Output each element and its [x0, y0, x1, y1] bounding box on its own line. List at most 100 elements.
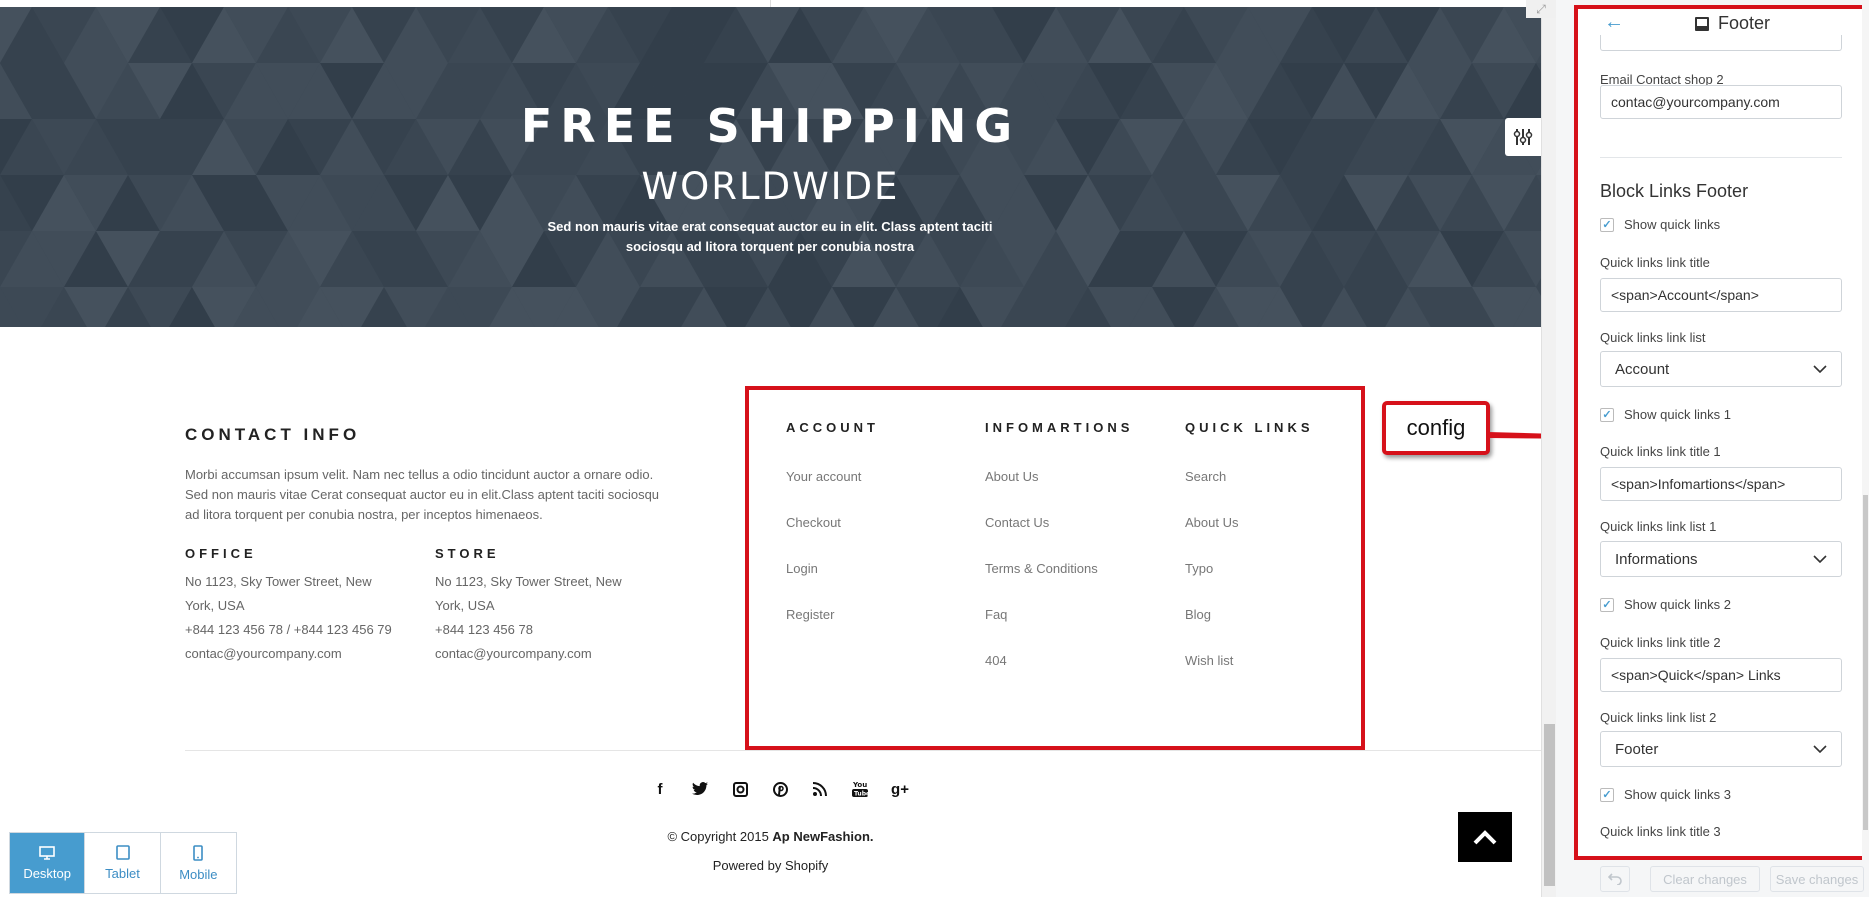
show-quick-links-3-checkbox[interactable]: ✓ Show quick links 3 [1600, 787, 1731, 802]
copyright-prefix: © Copyright 2015 [667, 829, 773, 844]
clear-changes-button[interactable]: Clear changes [1650, 866, 1760, 892]
quick-links-list-1-select[interactable]: Informations [1600, 541, 1842, 577]
rss-icon[interactable] [800, 778, 840, 800]
device-label: Mobile [179, 866, 218, 882]
section-divider [1600, 157, 1842, 158]
free-shipping-banner: FREE SHIPPING WORLDWIDE Sed non mauris v… [0, 7, 1541, 327]
device-tablet-button[interactable]: Tablet [85, 833, 161, 893]
email-contact-input[interactable]: contac@yourcompany.com [1600, 85, 1842, 119]
facebook-icon[interactable]: f [640, 778, 680, 800]
footer-link[interactable]: Contact Us [985, 515, 1049, 530]
copyright-brand: Ap NewFashion. [772, 829, 874, 844]
config-callout: config [1382, 401, 1490, 455]
show-quick-links-checkbox[interactable]: ✓ Show quick links [1600, 217, 1720, 232]
quick-links-title-2-label: Quick links link title 2 [1600, 635, 1721, 650]
preview-scrollbar[interactable] [1541, 0, 1556, 897]
device-switcher: Desktop Tablet Mobile [9, 832, 237, 894]
sidebar-title-text: Footer [1718, 13, 1771, 33]
quick-links-list-1-label: Quick links link list 1 [1600, 519, 1717, 534]
footer-link[interactable]: 404 [985, 653, 1007, 668]
show-quick-links-1-checkbox[interactable]: ✓ Show quick links 1 [1600, 407, 1731, 422]
social-icons: f You Tube g+ [640, 778, 920, 800]
banner-description: Sed non mauris vitae erat consequat auct… [547, 219, 993, 254]
checkmark-icon: ✓ [1600, 787, 1614, 802]
footer-link[interactable]: Login [786, 561, 818, 576]
preview-top-strip [0, 0, 1541, 7]
undo-icon [1608, 873, 1622, 885]
collapse-icon[interactable]: ⤢ [1526, 0, 1556, 18]
chevron-down-icon [1813, 365, 1827, 373]
youtube-icon[interactable]: You Tube [840, 778, 880, 800]
footer-link[interactable]: Register [786, 607, 834, 622]
footer-link[interactable]: Faq [985, 607, 1007, 622]
back-to-top-button[interactable] [1458, 812, 1512, 862]
back-arrow-icon[interactable]: ← [1604, 11, 1624, 34]
checkmark-icon: ✓ [1600, 407, 1614, 422]
office-line: No 1123, Sky Tower Street, New [185, 574, 372, 589]
footer-link[interactable]: About Us [1185, 515, 1238, 530]
device-label: Desktop [23, 865, 72, 881]
checkbox-label: Show quick links [1624, 217, 1721, 232]
contact-info-title: CONTACT INFO [185, 425, 361, 444]
store-line: York, USA [435, 598, 495, 613]
footer-link[interactable]: Your account [786, 469, 861, 484]
chevron-down-icon [1813, 555, 1827, 563]
quick-links-title-2-input[interactable]: <span>Quick</span> Links [1600, 658, 1842, 692]
quick-links-column-title: QUICK LINKS [1185, 420, 1314, 435]
sliders-icon [1513, 129, 1533, 145]
select-value: Informations [1615, 550, 1698, 568]
device-desktop-button[interactable]: Desktop [10, 833, 86, 893]
footer-link[interactable]: Terms & Conditions [985, 561, 1098, 576]
sidebar-highlight-frame: ← Footer Email Contact shop 2 contac@you… [1574, 5, 1869, 860]
office-line: +844 123 456 78 / +844 123 456 79 [185, 622, 392, 637]
undo-button[interactable] [1600, 866, 1630, 892]
quick-links-title-1-label: Quick links link title 1 [1600, 444, 1721, 459]
footer-link[interactable]: About Us [985, 469, 1038, 484]
sidebar-header: ← Footer [1578, 9, 1869, 37]
office-details: No 1123, Sky Tower Street, New York, USA… [185, 570, 425, 666]
footer-link[interactable]: Search [1185, 469, 1226, 484]
store-details: No 1123, Sky Tower Street, New York, USA… [435, 570, 675, 666]
quick-links-list-select[interactable]: Account [1600, 351, 1842, 387]
preview-settings-tab[interactable] [1505, 118, 1541, 156]
save-changes-button[interactable]: Save changes [1770, 866, 1864, 892]
device-mobile-button[interactable]: Mobile [161, 833, 236, 893]
select-value: Account [1615, 360, 1670, 378]
google-plus-icon[interactable]: g+ [880, 778, 920, 800]
office-line: York, USA [185, 598, 245, 613]
tablet-icon [115, 845, 130, 860]
svg-text:You: You [852, 781, 867, 789]
checkbox-label: Show quick links 3 [1624, 787, 1731, 802]
footer-link[interactable]: Checkout [786, 515, 841, 530]
quick-links-title-input[interactable]: <span>Account</span> [1600, 278, 1842, 312]
quick-links-title-1-input[interactable]: <span>Infomartions</span> [1600, 467, 1842, 501]
quick-links-list-label: Quick links link list [1600, 330, 1706, 345]
previous-field-input[interactable] [1600, 35, 1842, 51]
quick-links-list-2-select[interactable]: Footer [1600, 731, 1842, 767]
device-label: Tablet [105, 866, 140, 881]
checkbox-label: Show quick links 1 [1624, 407, 1731, 422]
quick-links-title-label: Quick links link title [1600, 255, 1710, 270]
svg-text:Tube: Tube [854, 791, 868, 798]
select-value: Footer [1615, 740, 1659, 758]
footer-section-icon [1695, 16, 1709, 31]
footer-divider [185, 750, 1541, 751]
store-title: STORE [435, 546, 500, 561]
twitter-icon[interactable] [680, 778, 720, 800]
show-quick-links-2-checkbox[interactable]: ✓ Show quick links 2 [1600, 597, 1731, 612]
checkmark-icon: ✓ [1600, 217, 1614, 232]
instagram-icon[interactable] [720, 778, 760, 800]
footer-link[interactable]: Wish list [1185, 653, 1233, 668]
store-line: No 1123, Sky Tower Street, New [435, 574, 622, 589]
block-links-footer-heading: Block Links Footer [1600, 181, 1749, 201]
chevron-up-icon [1473, 830, 1497, 845]
chevron-down-icon [1813, 745, 1827, 753]
account-column-title: ACCOUNT [786, 420, 879, 435]
contact-info-description: Morbi accumsan ipsum velit. Nam nec tell… [185, 467, 660, 522]
footer-link[interactable]: Typo [1185, 561, 1213, 576]
pinterest-icon[interactable] [760, 778, 800, 800]
office-line: contac@yourcompany.com [185, 646, 342, 661]
footer-link[interactable]: Blog [1185, 607, 1211, 622]
sidebar-scrollbar[interactable] [1862, 0, 1869, 860]
quick-links-title-3-label: Quick links link title 3 [1600, 824, 1721, 839]
